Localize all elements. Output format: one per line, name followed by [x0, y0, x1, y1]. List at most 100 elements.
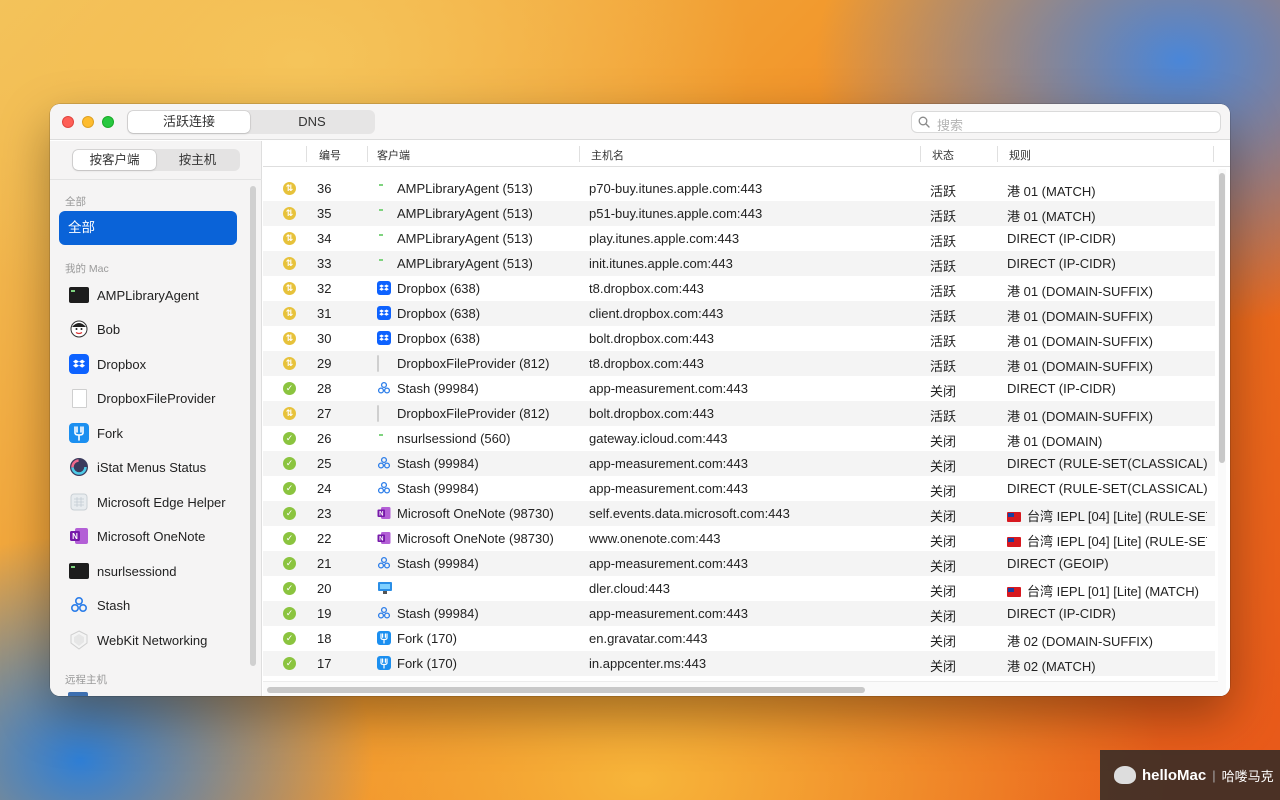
- table-row[interactable]: ✓ 21 Stash (99984) app-measurement.com:443 关…: [263, 551, 1215, 576]
- main-window: 活跃连接 DNS 搜索 按客户端 按主机 全部 全部 我的 Mac AMPLib…: [50, 104, 1230, 696]
- cell-rule-text: DIRECT (GEOIP): [1007, 556, 1109, 571]
- dropbox-icon: [377, 331, 391, 345]
- status-closed-icon: ✓: [283, 457, 296, 470]
- cell-client: DropboxFileProvider (812): [397, 406, 550, 421]
- cell-client: Dropbox (638): [397, 331, 481, 346]
- sidebar-item-all[interactable]: 全部: [59, 211, 237, 245]
- cell-rule-text: 港 02 (DOMAIN-SUFFIX): [1007, 634, 1153, 649]
- cell-rule: 港 01 (MATCH): [1007, 181, 1207, 200]
- connections-table: 编号 客户端 主机名 状态 规则 ⇅ 36 AMPLibraryAgent (513…: [263, 141, 1230, 696]
- zoom-window-button[interactable]: [102, 116, 114, 128]
- hellomac-logo-icon: [1114, 766, 1136, 784]
- sidebar-item-microsoft-edge-helper[interactable]: Microsoft Edge Helper: [69, 489, 226, 515]
- table-row[interactable]: ⇅ 31 Dropbox (638) client.dropbox.com:443 活跃…: [263, 301, 1215, 326]
- column-header-client[interactable]: 客户端: [377, 147, 410, 163]
- cell-num: 33: [317, 256, 332, 271]
- titlebar: 活跃连接 DNS 搜索: [50, 104, 1230, 140]
- cell-client: nsurlsessiond (560): [397, 431, 511, 446]
- table-row[interactable]: ⇅ 32 Dropbox (638) t8.dropbox.com:443 活跃 港 01…: [263, 276, 1215, 301]
- table-row[interactable]: ✓ 25 Stash (99984) app-measurement.com:443 关…: [263, 451, 1215, 476]
- table-row[interactable]: ✓ 20 dler.cloud:443 关闭 台湾 IEPL [01] [Lite] (…: [263, 576, 1215, 601]
- cell-rule: DIRECT (IP-CIDR): [1007, 231, 1207, 246]
- search-input[interactable]: 搜索: [911, 111, 1221, 133]
- sidebar-item-bob[interactable]: Bob: [69, 316, 120, 342]
- cell-client: Stash (99984): [397, 381, 479, 396]
- table-row[interactable]: ✓ 22 N Microsoft OneNote (98730) www.onenote…: [263, 526, 1215, 551]
- remote-host-icon: [68, 692, 88, 696]
- status-closed-icon: ✓: [283, 482, 296, 495]
- watermark-cn: 哈喽马克: [1221, 768, 1274, 784]
- cell-num: 21: [317, 556, 332, 571]
- cell-state: 活跃: [930, 309, 957, 324]
- cell-client: Microsoft OneNote (98730): [397, 506, 554, 521]
- cell-rule: DIRECT (RULE-SET(CLASSICAL)): [1007, 456, 1207, 471]
- scroll-thumb[interactable]: [267, 687, 865, 693]
- taiwan-flag-icon: [1007, 587, 1021, 597]
- table-horizontal-scrollbar[interactable]: [263, 681, 1218, 696]
- cell-state: 关闭: [930, 384, 957, 399]
- sidebar-item-nsurlsessiond[interactable]: nsurlsessiond: [69, 558, 177, 584]
- table-row[interactable]: ✓ 19 Stash (99984) app-measurement.com:443 关…: [263, 601, 1215, 626]
- table-row[interactable]: ✓ 24 Stash (99984) app-measurement.com:443 关…: [263, 476, 1215, 501]
- minimize-window-button[interactable]: [82, 116, 94, 128]
- column-header-num[interactable]: 编号: [319, 147, 341, 163]
- sidebar-item-dropbox[interactable]: Dropbox: [69, 351, 146, 377]
- group-by-segmented-control: 按客户端 按主机: [72, 149, 240, 171]
- sidebar-item-istat-menus-status[interactable]: iStat Menus Status: [69, 454, 206, 480]
- table-row[interactable]: ✓ 26 nsurlsessiond (560) gateway.icloud.com…: [263, 426, 1215, 451]
- sidebar-item-label: WebKit Networking: [97, 632, 208, 648]
- scroll-thumb[interactable]: [1219, 173, 1225, 463]
- close-window-button[interactable]: [62, 116, 74, 128]
- status-closed-icon: ✓: [283, 557, 296, 570]
- svg-text:N: N: [379, 512, 383, 518]
- column-header-host[interactable]: 主机名: [591, 147, 624, 163]
- cell-client: Stash (99984): [397, 456, 479, 471]
- cell-state: 关闭: [930, 459, 957, 474]
- table-row[interactable]: ⇅ 30 Dropbox (638) bolt.dropbox.com:443 活跃 港 …: [263, 326, 1215, 351]
- table-row[interactable]: ⇅ 35 AMPLibraryAgent (513) p51-buy.itunes.a…: [263, 201, 1215, 226]
- segment-by-client[interactable]: 按客户端: [73, 150, 156, 170]
- column-header-rule[interactable]: 规则: [1009, 147, 1031, 163]
- watermark-separator: |: [1212, 767, 1216, 783]
- sidebar: 按客户端 按主机 全部 全部 我的 Mac AMPLibraryAgent Bo…: [50, 141, 262, 696]
- sidebar-item-stash[interactable]: Stash: [69, 592, 130, 618]
- watermark-brand: helloMac: [1142, 766, 1207, 784]
- document-icon: [377, 405, 391, 422]
- table-row[interactable]: ✓ 28 Stash (99984) app-measurement.com:443 关…: [263, 376, 1215, 401]
- table-row[interactable]: ✓ 17 Fork (170) in.appcenter.ms:443 关闭 港 02 (…: [263, 651, 1215, 676]
- sidebar-item-fork[interactable]: Fork: [69, 420, 123, 446]
- table-vertical-scrollbar[interactable]: [1218, 169, 1226, 696]
- column-header-state[interactable]: 状态: [932, 147, 954, 163]
- sidebar-item-dropboxfileprovider[interactable]: DropboxFileProvider: [69, 385, 216, 411]
- table-row[interactable]: ✓ 18 Fork (170) en.gravatar.com:443 关闭 港 02 (…: [263, 626, 1215, 651]
- cell-client: AMPLibraryAgent (513): [397, 181, 533, 196]
- table-row[interactable]: ⇅ 33 AMPLibraryAgent (513) init.itunes.appl…: [263, 251, 1215, 276]
- table-row[interactable]: ⇅ 34 AMPLibraryAgent (513) play.itunes.appl…: [263, 226, 1215, 251]
- cell-state: 关闭: [930, 634, 957, 649]
- table-row[interactable]: ⇅ 27 DropboxFileProvider (812) bolt.dropbox…: [263, 401, 1215, 426]
- section-header-my-mac: 我的 Mac: [65, 263, 109, 275]
- tab-dns[interactable]: DNS: [250, 111, 374, 133]
- fork-icon: [69, 423, 89, 443]
- document-icon: [377, 355, 391, 372]
- cell-rule: DIRECT (IP-CIDR): [1007, 606, 1207, 621]
- sidebar-item-microsoft-onenote[interactable]: N Microsoft OneNote: [69, 523, 205, 549]
- cell-num: 18: [317, 631, 332, 646]
- cell-host: self.events.data.microsoft.com:443: [589, 506, 790, 521]
- terminal-icon: [69, 285, 89, 305]
- sidebar-item-webkit-networking[interactable]: WebKit Networking: [69, 627, 207, 653]
- cell-rule: 港 01 (DOMAIN-SUFFIX): [1007, 356, 1207, 375]
- table-header: 编号 客户端 主机名 状态 规则: [263, 141, 1230, 167]
- table-row[interactable]: ⇅ 29 DropboxFileProvider (812) t8.dropbox.c…: [263, 351, 1215, 376]
- sidebar-scrollbar[interactable]: [250, 186, 256, 666]
- segment-by-host[interactable]: 按主机: [156, 150, 239, 170]
- cell-host: p51-buy.itunes.apple.com:443: [589, 206, 763, 221]
- tab-active-connections[interactable]: 活跃连接: [128, 111, 250, 133]
- cell-num: 36: [317, 181, 332, 196]
- sidebar-item-amplibraryagent[interactable]: AMPLibraryAgent: [69, 282, 199, 308]
- cell-rule: 港 01 (DOMAIN-SUFFIX): [1007, 306, 1207, 325]
- table-row[interactable]: ⇅ 36 AMPLibraryAgent (513) p70-buy.itunes.a…: [263, 176, 1215, 201]
- cell-host: app-measurement.com:443: [589, 606, 748, 621]
- cell-num: 23: [317, 506, 332, 521]
- table-row[interactable]: ✓ 23 N Microsoft OneNote (98730) self.events…: [263, 501, 1215, 526]
